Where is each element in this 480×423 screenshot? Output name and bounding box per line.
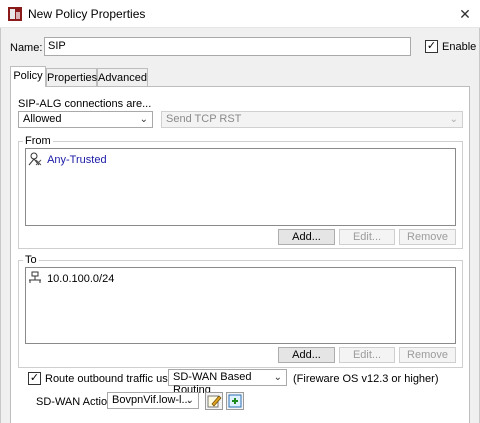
chevron-down-icon: ⌄	[449, 114, 458, 125]
chevron-down-icon: ⌄	[273, 372, 282, 383]
to-remove-button[interactable]: Remove	[399, 347, 456, 363]
routing-select[interactable]: SD-WAN Based Routing ⌄	[168, 369, 287, 396]
app-icon	[8, 7, 22, 21]
to-title: To	[23, 254, 39, 266]
chevron-down-icon: ⌄	[139, 114, 148, 125]
any-trusted-icon	[28, 152, 42, 166]
tab-advanced[interactable]: Advanced	[97, 68, 148, 87]
title-bar: New Policy Properties ✕	[0, 0, 480, 28]
sdwan-action-label: SD-WAN Action	[36, 396, 114, 408]
route-outbound-checkbox[interactable]: ✓	[28, 372, 41, 385]
list-item[interactable]: Any-Trusted	[28, 152, 107, 167]
sdwan-action-value: BovpnVif.low-l...	[112, 394, 191, 406]
to-item-label: 10.0.100.0/24	[47, 273, 115, 285]
action-select[interactable]: Allowed ⌄	[18, 111, 153, 128]
window-title: New Policy Properties	[28, 7, 146, 21]
from-add-button[interactable]: Add...	[278, 229, 335, 245]
from-list[interactable]: Any-Trusted	[25, 148, 456, 226]
from-remove-button[interactable]: Remove	[399, 229, 456, 245]
from-title: From	[23, 135, 53, 147]
tab-properties[interactable]: Properties	[46, 68, 97, 87]
route-outbound-label: Route outbound traffic using	[45, 373, 183, 385]
from-edit-button[interactable]: Edit...	[339, 229, 395, 245]
chevron-down-icon: ⌄	[185, 395, 194, 406]
new-action-icon	[228, 394, 242, 408]
name-label: Name:	[10, 42, 43, 54]
network-icon	[29, 271, 41, 283]
edit-sdwan-button[interactable]	[205, 392, 223, 410]
name-input[interactable]: SIP	[44, 37, 411, 56]
tcp-rst-select[interactable]: Send TCP RST ⌄	[161, 111, 463, 128]
sdwan-action-select[interactable]: BovpnVif.low-l... ⌄	[107, 392, 199, 409]
fireware-note: (Fireware OS v12.3 or higher)	[293, 373, 439, 385]
to-add-button[interactable]: Add...	[278, 347, 335, 363]
from-item-label: Any-Trusted	[47, 154, 107, 166]
to-list[interactable]: 10.0.100.0/24	[25, 267, 456, 344]
enable-label: Enable	[442, 41, 477, 53]
close-icon[interactable]: ✕	[450, 2, 480, 26]
connections-label: SIP-ALG connections are...	[18, 98, 152, 110]
edit-icon	[207, 395, 222, 408]
enable-checkbox[interactable]: ✓	[425, 40, 438, 53]
list-item[interactable]: 10.0.100.0/24	[28, 271, 114, 286]
tcp-rst-value: Send TCP RST	[166, 113, 242, 125]
add-sdwan-button[interactable]	[226, 392, 244, 410]
to-edit-button[interactable]: Edit...	[339, 347, 395, 363]
tab-policy[interactable]: Policy	[10, 66, 46, 87]
action-value: Allowed	[23, 113, 62, 125]
